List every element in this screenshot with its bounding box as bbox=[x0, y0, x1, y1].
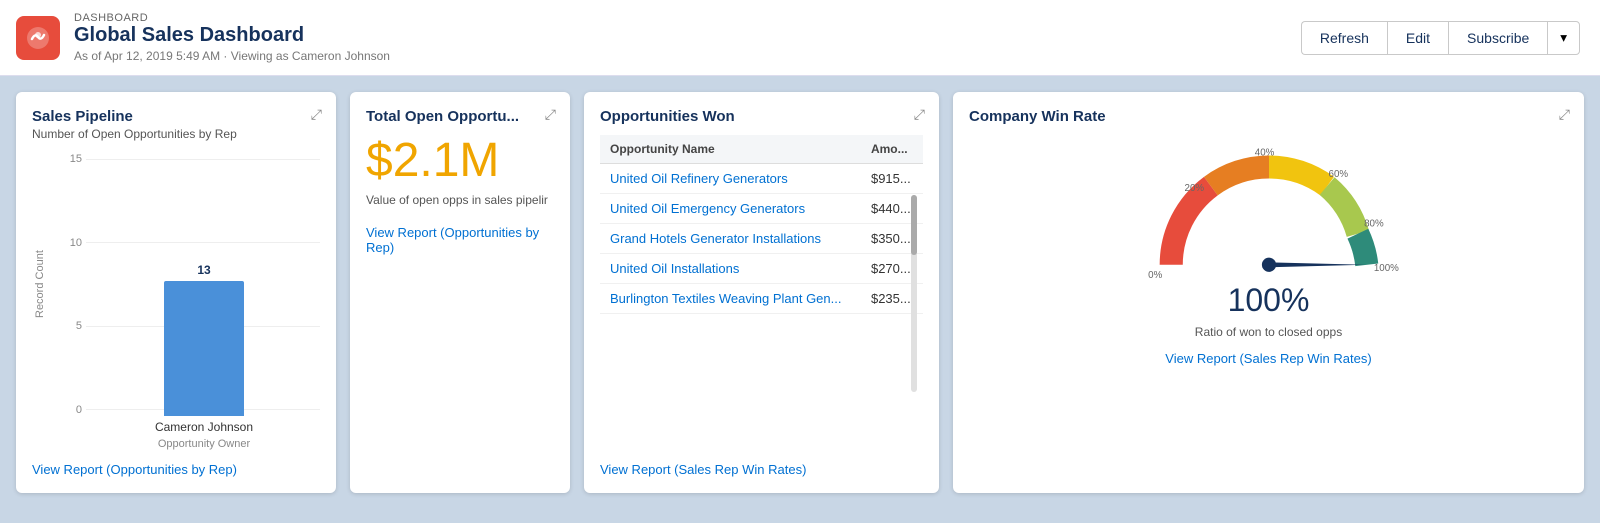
win-rate-expand-icon[interactable]: ⤢ bbox=[1559, 106, 1570, 123]
total-open-card: Total Open Opportu... ⤢ $2.1M Value of o… bbox=[350, 92, 570, 493]
table-row: United Oil Installations$270... bbox=[600, 254, 923, 284]
total-open-report-link[interactable]: View Report (Opportunities by Rep) bbox=[366, 225, 554, 255]
table-row: United Oil Emergency Generators$440... bbox=[600, 194, 923, 224]
pipeline-subtitle: Number of Open Opportunities by Rep bbox=[32, 127, 320, 141]
gauge-label-20: 20% bbox=[1184, 183, 1204, 194]
pipeline-title: Sales Pipeline bbox=[32, 108, 320, 125]
opp-name-cell[interactable]: Grand Hotels Generator Installations bbox=[600, 224, 861, 254]
total-open-title: Total Open Opportu... bbox=[366, 108, 554, 125]
total-open-expand-icon[interactable]: ⤢ bbox=[545, 106, 556, 123]
win-rate-report-link[interactable]: View Report (Sales Rep Win Rates) bbox=[1165, 351, 1371, 366]
scroll-indicator[interactable] bbox=[911, 195, 917, 392]
win-rate-description: Ratio of won to closed opps bbox=[1195, 325, 1342, 339]
edit-button[interactable]: Edit bbox=[1387, 21, 1448, 55]
y-label-10: 10 bbox=[60, 237, 82, 249]
gauge-label-100: 100% bbox=[1373, 263, 1398, 274]
page-title: Global Sales Dashboard bbox=[74, 24, 390, 47]
bar-value: 13 bbox=[197, 263, 210, 277]
y-axis-label: Record Count bbox=[32, 153, 48, 416]
col-amount-header: Amo... bbox=[861, 135, 923, 164]
opp-name-cell[interactable]: United Oil Installations bbox=[600, 254, 861, 284]
opp-amount-cell: $915... bbox=[861, 164, 923, 194]
refresh-button[interactable]: Refresh bbox=[1301, 21, 1387, 55]
main-content: Sales Pipeline Number of Open Opportunit… bbox=[0, 76, 1600, 509]
opportunities-won-card: Opportunities Won ⤢ Opportunity Name Amo… bbox=[584, 92, 939, 493]
gauge-label-40: 40% bbox=[1254, 147, 1274, 158]
win-rate-percentage: 100% bbox=[1228, 282, 1310, 319]
x-axis-title: Opportunity Owner bbox=[158, 438, 250, 450]
gauge-container: 0% 20% 40% 60% 80% 100% 100% Ratio of wo… bbox=[969, 127, 1568, 477]
gauge-label-0: 0% bbox=[1148, 270, 1162, 281]
app-logo bbox=[16, 16, 60, 60]
won-expand-icon[interactable]: ⤢ bbox=[914, 106, 925, 123]
header-left: DASHBOARD Global Sales Dashboard As of A… bbox=[16, 12, 390, 63]
opp-name-cell[interactable]: Burlington Textiles Weaving Plant Gen... bbox=[600, 284, 861, 314]
y-label-0: 0 bbox=[60, 404, 82, 416]
dropdown-button[interactable]: ▾ bbox=[1547, 21, 1580, 55]
pipeline-expand-icon[interactable]: ⤢ bbox=[311, 106, 322, 123]
opp-name-cell[interactable]: United Oil Refinery Generators bbox=[600, 164, 861, 194]
x-label: Cameron Johnson bbox=[155, 420, 253, 434]
y-label-5: 5 bbox=[60, 320, 82, 332]
opportunities-table: Opportunity Name Amo... United Oil Refin… bbox=[600, 135, 923, 314]
header: DASHBOARD Global Sales Dashboard As of A… bbox=[0, 0, 1600, 76]
win-rate-card: Company Win Rate ⤢ bbox=[953, 92, 1584, 493]
header-text: DASHBOARD Global Sales Dashboard As of A… bbox=[74, 12, 390, 63]
total-open-desc: Value of open opps in sales pipelir bbox=[366, 193, 554, 207]
total-open-amount: $2.1M bbox=[366, 137, 554, 185]
scroll-thumb bbox=[911, 195, 917, 255]
gauge-chart: 0% 20% 40% 60% 80% 100% bbox=[1099, 127, 1439, 292]
pipeline-bar bbox=[164, 281, 244, 416]
win-rate-title: Company Win Rate bbox=[969, 108, 1568, 125]
opp-name-cell[interactable]: United Oil Emergency Generators bbox=[600, 194, 861, 224]
gauge-label-80: 80% bbox=[1364, 219, 1384, 230]
won-title: Opportunities Won bbox=[600, 108, 923, 125]
won-report-link[interactable]: View Report (Sales Rep Win Rates) bbox=[600, 462, 923, 477]
table-row: United Oil Refinery Generators$915... bbox=[600, 164, 923, 194]
col-name-header: Opportunity Name bbox=[600, 135, 861, 164]
table-row: Grand Hotels Generator Installations$350… bbox=[600, 224, 923, 254]
subscribe-button[interactable]: Subscribe bbox=[1448, 21, 1547, 55]
header-label: DASHBOARD bbox=[74, 12, 390, 24]
pipeline-report-link[interactable]: View Report (Opportunities by Rep) bbox=[32, 462, 320, 477]
gauge-label-60: 60% bbox=[1328, 169, 1348, 180]
table-row: Burlington Textiles Weaving Plant Gen...… bbox=[600, 284, 923, 314]
y-label-15: 15 bbox=[60, 153, 82, 165]
header-subtitle: As of Apr 12, 2019 5:49 AM · Viewing as … bbox=[74, 49, 390, 63]
header-actions: Refresh Edit Subscribe ▾ bbox=[1301, 21, 1580, 55]
sales-pipeline-card: Sales Pipeline Number of Open Opportunit… bbox=[16, 92, 336, 493]
